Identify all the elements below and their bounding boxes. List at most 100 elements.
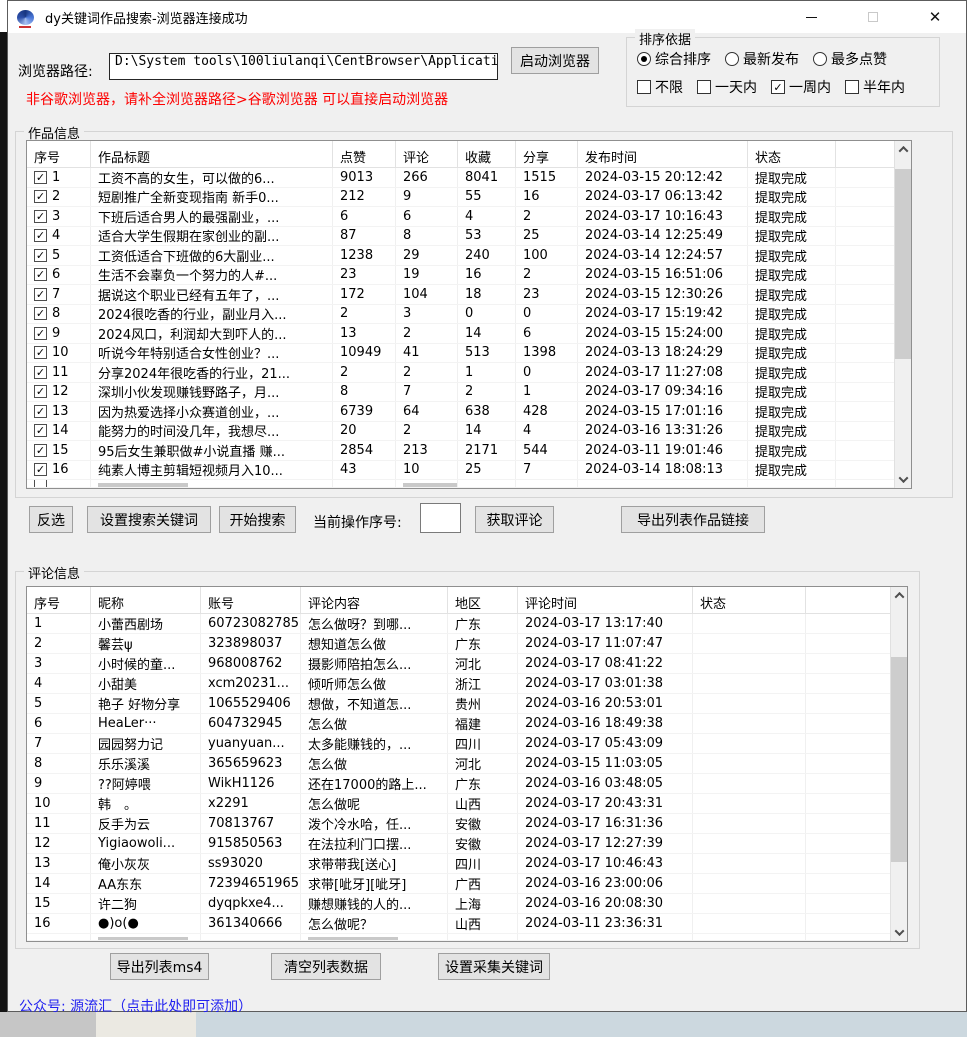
checkbox-one-week[interactable]: 一周内 <box>771 77 831 97</box>
scroll-down-button[interactable] <box>891 924 907 941</box>
table-cell: ✓2 <box>27 188 91 207</box>
scrollbar-thumb[interactable] <box>891 657 907 862</box>
column-header[interactable]: 点赞 <box>333 141 396 167</box>
column-header[interactable]: 发布时间 <box>578 141 748 167</box>
column-header[interactable]: 作品标题 <box>91 141 333 167</box>
column-header[interactable]: 收藏 <box>458 141 516 167</box>
chevron-up-icon <box>894 592 904 602</box>
table-row[interactable]: 2馨芸ψ323898037想知道怎么做广东2024-03-17 11:07:47 <box>27 634 907 654</box>
row-checkbox[interactable]: ✓ <box>34 385 47 398</box>
table-row[interactable]: ✓16纯素人博主剪辑短视频月入10...43102572024-03-14 18… <box>27 461 911 481</box>
row-checkbox[interactable]: ✓ <box>34 366 47 379</box>
column-header[interactable]: 分享 <box>516 141 578 167</box>
column-header[interactable]: 状态 <box>748 141 836 167</box>
table-row[interactable]: ✓1工资不高的女生，可以做的6...9013266804115152024-03… <box>27 168 911 188</box>
scroll-up-button[interactable] <box>895 141 911 158</box>
table-row[interactable]: ✓10听说今年特别适合女性创业？...109494151313982024-03… <box>27 344 911 364</box>
table-row[interactable]: ✓4适合大学生假期在家创业的副...87853252024-03-14 12:2… <box>27 227 911 247</box>
column-header[interactable]: 序号 <box>27 587 91 613</box>
row-checkbox[interactable]: ✓ <box>34 444 47 457</box>
table-row[interactable]: 7园园努力记yuanyuan...太多能赚钱的，...四川2024-03-17 … <box>27 734 907 754</box>
table-row[interactable]: ✓2短剧推广全新变现指南 新手0...212955162024-03-17 06… <box>27 188 911 208</box>
radio-newest[interactable]: 最新发布 <box>725 49 799 69</box>
table-cell: ✓4 <box>27 227 91 246</box>
close-button[interactable]: ✕ <box>904 1 966 33</box>
table-row[interactable]: ✓82024很吃香的行业，副业月入...23002024-03-17 15:19… <box>27 305 911 325</box>
table-row[interactable]: 8乐乐溪溪365659623怎么做河北2024-03-15 11:03:05 <box>27 754 907 774</box>
column-header[interactable]: 序号 <box>27 141 91 167</box>
row-checkbox[interactable]: ✓ <box>34 424 47 437</box>
table-row[interactable]: 13俺小灰灰ss93020求带带我[送心]四川2024-03-17 10:46:… <box>27 854 907 874</box>
set-collect-keyword-button[interactable]: 设置采集关键词 <box>438 953 550 980</box>
row-checkbox[interactable]: ✓ <box>34 229 47 242</box>
table-cell: 2 <box>396 422 458 441</box>
table-row[interactable]: ✓13因为热爱选择小众赛道创业，...6739646384282024-03-1… <box>27 402 911 422</box>
get-comments-button[interactable]: 获取评论 <box>475 506 554 533</box>
table-row[interactable]: ✓6生活不会辜负一个努力的人#...23191622024-03-15 16:5… <box>27 266 911 286</box>
radio-most-liked[interactable]: 最多点赞 <box>813 49 887 69</box>
set-search-keyword-button[interactable]: 设置搜索关键词 <box>87 506 211 533</box>
row-checkbox[interactable]: ✓ <box>34 210 47 223</box>
clear-list-button[interactable]: 清空列表数据 <box>271 953 381 980</box>
checkbox-one-day[interactable]: 一天内 <box>697 77 757 97</box>
column-header[interactable]: 账号 <box>201 587 301 613</box>
scroll-up-button[interactable] <box>891 587 907 604</box>
table-row[interactable]: ✓5工资低适合下班做的6大副业...1238292401002024-03-14… <box>27 246 911 266</box>
export-work-links-button[interactable]: 导出列表作品链接 <box>621 506 765 533</box>
row-checkbox[interactable]: ✓ <box>34 268 47 281</box>
checkbox-unlimited[interactable]: 不限 <box>637 77 683 97</box>
table-cell-filler <box>806 754 892 773</box>
table-cell <box>693 734 806 753</box>
table-row[interactable]: 10韩 。x2291怎么做呢山西2024-03-17 20:43:31 <box>27 794 907 814</box>
checkbox-half-year[interactable]: 半年内 <box>845 77 905 97</box>
table-row[interactable]: 5艳子 好物分享1065529406想做，不知道怎...贵州2024-03-16… <box>27 694 907 714</box>
row-checkbox[interactable]: ✓ <box>34 307 47 320</box>
column-header[interactable]: 昵称 <box>91 587 201 613</box>
table-cell: 2024-03-14 12:24:57 <box>578 246 748 265</box>
table-row[interactable]: ✓92024风口，利润却大到吓人的...1321462024-03-15 15:… <box>27 324 911 344</box>
table-row[interactable]: ✓1595后女生兼职做#小说直播 赚...285421321715442024-… <box>27 441 911 461</box>
column-header[interactable]: 评论 <box>396 141 458 167</box>
table-row[interactable]: ✓11分享2024年很吃香的行业，21...22102024-03-17 11:… <box>27 363 911 383</box>
column-header[interactable]: 评论时间 <box>518 587 693 613</box>
table-row[interactable]: 3小时候的童...968008762摄影师陪拍怎么...河北2024-03-17… <box>27 654 907 674</box>
row-checkbox[interactable]: ✓ <box>34 190 47 203</box>
browser-path-input[interactable]: D:\System tools\100liulanqi\CentBrowser\… <box>109 53 498 80</box>
row-checkbox[interactable]: ✓ <box>34 171 47 184</box>
row-checkbox[interactable]: ✓ <box>34 327 47 340</box>
table-row[interactable]: 4小甜美xcm20231...倾听师怎么做浙江2024-03-17 03:01:… <box>27 674 907 694</box>
export-ms4-button[interactable]: 导出列表ms4 <box>110 953 209 980</box>
table-row[interactable]: ✓12深圳小伙发现赚钱野路子，月...87212024-03-17 09:34:… <box>27 383 911 403</box>
minimize-button[interactable] <box>780 1 842 33</box>
table-row[interactable]: ✓7据说这个职业已经有五年了，...17210418232024-03-15 1… <box>27 285 911 305</box>
table-row[interactable]: 6HeaLer···604732945怎么做福建2024-03-16 18:49… <box>27 714 907 734</box>
scrollbar-thumb[interactable] <box>895 169 911 359</box>
table-row[interactable]: 11反手为云70813767泼个冷水哈，任...安徽2024-03-17 16:… <box>27 814 907 834</box>
table-row[interactable]: 1小蕾西剧场60723082785怎么做呀？到哪...广东2024-03-17 … <box>27 614 907 634</box>
maximize-button[interactable] <box>842 1 904 33</box>
row-checkbox[interactable]: ✓ <box>34 249 47 262</box>
current-op-input[interactable] <box>420 503 461 533</box>
invert-selection-button[interactable]: 反选 <box>29 506 73 533</box>
row-checkbox[interactable]: ✓ <box>34 405 47 418</box>
table-row[interactable]: 12Yigiaowoli...915850563在法拉利门口摆...安徽2024… <box>27 834 907 854</box>
table-row[interactable]: 16●)o(●361340666怎么做呢？山西2024-03-11 23:36:… <box>27 914 907 934</box>
table-cell: 山西 <box>448 794 518 813</box>
column-header[interactable]: 状态 <box>693 587 806 613</box>
table-row[interactable]: ✓3下班后适合男人的最强副业，...66422024-03-17 10:16:4… <box>27 207 911 227</box>
table-row[interactable]: ✓14能努力的时间没几年，我想尽...2021442024-03-16 13:3… <box>27 422 911 442</box>
row-checkbox[interactable]: ✓ <box>34 346 47 359</box>
row-checkbox[interactable]: ✓ <box>34 288 47 301</box>
radio-comprehensive[interactable]: 综合排序 <box>637 49 711 69</box>
titlebar: dy关键词作品搜索-浏览器连接成功 ✕ <box>8 1 966 33</box>
start-search-button[interactable]: 开始搜索 <box>219 506 296 533</box>
official-account-link[interactable]: 公众号: 源流汇（点击此处即可添加） <box>19 996 252 1016</box>
launch-browser-button[interactable]: 启动浏览器 <box>511 47 599 74</box>
scroll-down-button[interactable] <box>895 471 911 488</box>
table-row[interactable]: 15许二狗dyqpkxe4...赚想赚钱的人的...上海2024-03-16 2… <box>27 894 907 914</box>
row-checkbox[interactable]: ✓ <box>34 463 47 476</box>
column-header[interactable]: 地区 <box>448 587 518 613</box>
column-header[interactable]: 评论内容 <box>301 587 448 613</box>
table-row[interactable]: 9??阿婷喂WikH1126还在17000的路上...广东2024-03-16 … <box>27 774 907 794</box>
table-row[interactable]: 14AA东东72394651965求带[呲牙][呲牙]广西2024-03-16 … <box>27 874 907 894</box>
